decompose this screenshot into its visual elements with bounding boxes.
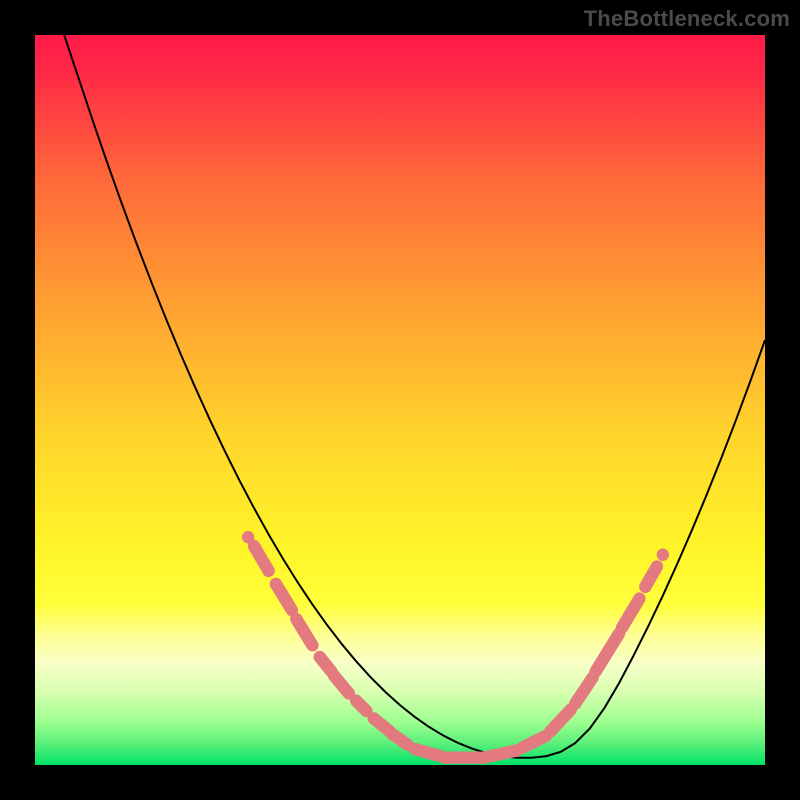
chart-frame: TheBottleneck.com (0, 0, 800, 800)
marker-dot (657, 549, 669, 561)
chart-svg (35, 35, 765, 765)
marker-segment (393, 734, 408, 744)
plot-area (35, 35, 765, 765)
watermark-text: TheBottleneck.com (584, 6, 790, 32)
marker-segment (356, 701, 366, 711)
gradient-background (35, 35, 765, 765)
marker-segment (415, 749, 441, 756)
marker-segment (483, 750, 517, 757)
marker-dot (242, 531, 254, 543)
